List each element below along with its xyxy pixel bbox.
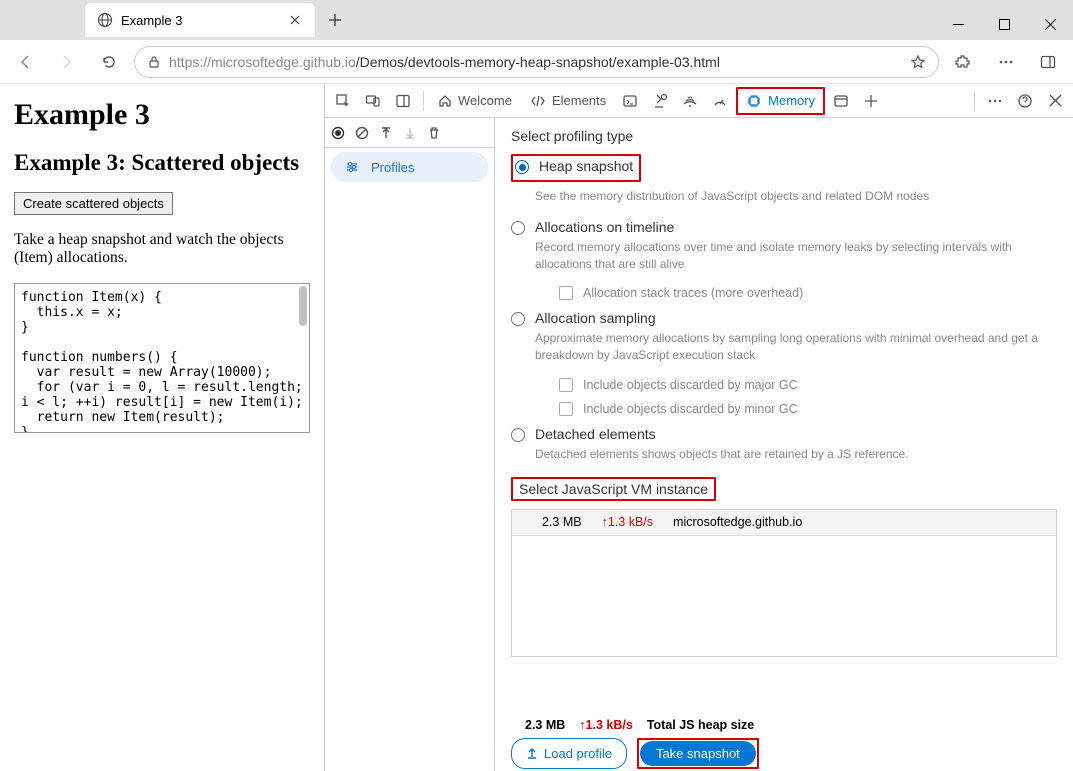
checkbox-icon <box>559 402 573 416</box>
vm-instance-table: 2.3 MB ↑1.3 kB/s microsoftedge.github.io <box>511 509 1057 657</box>
radio-icon <box>511 221 525 235</box>
menu-button[interactable] <box>989 45 1023 79</box>
application-icon[interactable] <box>827 87 855 115</box>
vm-rate: ↑1.3 kB/s <box>602 515 653 529</box>
scrollbar-thumb[interactable] <box>299 286 307 326</box>
radio-icon <box>511 312 525 326</box>
tab-welcome[interactable]: Welcome <box>430 87 520 115</box>
checkbox-icon <box>559 378 573 392</box>
radio-icon <box>515 160 529 174</box>
vm-instance-row[interactable]: 2.3 MB ↑1.3 kB/s microsoftedge.github.io <box>512 510 1056 536</box>
radio-allocations-timeline[interactable]: Allocations on timeline <box>511 219 1057 235</box>
tab-title: Example 3 <box>121 13 182 28</box>
lock-icon <box>147 55 161 69</box>
devtools-sidebar: Profiles <box>325 118 495 771</box>
sampling-desc: Approximate memory allocations by sampli… <box>535 330 1045 364</box>
url-text: https://microsoftedge.github.io/Demos/de… <box>169 54 902 70</box>
extensions-button[interactable] <box>947 45 981 79</box>
sidebar-item-profiles[interactable]: Profiles <box>331 152 488 182</box>
back-button[interactable] <box>8 45 42 79</box>
performance-icon[interactable] <box>706 87 734 115</box>
upload-icon <box>526 747 538 759</box>
home-icon <box>438 94 452 108</box>
device-icon[interactable] <box>359 87 387 115</box>
load-profile-button[interactable]: Load profile <box>511 738 627 769</box>
code-textarea[interactable]: function Item(x) { this.x = x; } functio… <box>14 283 310 433</box>
inspect-icon[interactable] <box>329 87 357 115</box>
footer-size: 2.3 MB <box>525 718 565 732</box>
close-window-button[interactable] <box>1027 8 1073 40</box>
page-paragraph: Take a heap snapshot and watch the objec… <box>14 231 310 267</box>
checkbox-stack-traces[interactable]: Allocation stack traces (more overhead) <box>559 286 1057 300</box>
new-tab-button[interactable] <box>319 4 351 36</box>
close-icon[interactable] <box>287 12 303 28</box>
sidebar-button[interactable] <box>1031 45 1065 79</box>
profiling-title: Select profiling type <box>511 128 1057 144</box>
address-input[interactable]: https://microsoftedge.github.io/Demos/de… <box>134 46 939 78</box>
devtools-tabbar: Welcome Elements Memory <box>325 84 1073 118</box>
footer-label: Total JS heap size <box>647 718 754 732</box>
devtools-menu-icon[interactable] <box>981 87 1009 115</box>
more-tabs-button[interactable] <box>857 87 885 115</box>
browser-titlebar: Example 3 <box>0 0 1073 40</box>
code-icon <box>530 94 546 108</box>
create-objects-button[interactable]: Create scattered objects <box>14 192 173 215</box>
page-h2: Example 3: Scattered objects <box>14 150 310 176</box>
console-icon[interactable] <box>616 87 644 115</box>
timeline-desc: Record memory allocations over time and … <box>535 239 1045 273</box>
vm-size: 2.3 MB <box>542 515 582 529</box>
globe-icon <box>97 12 113 28</box>
sidebar-item-label: Profiles <box>371 160 414 175</box>
radio-detached-elements[interactable]: Detached elements <box>511 426 1057 442</box>
radio-allocation-sampling[interactable]: Allocation sampling <box>511 310 1057 326</box>
page-content: Example 3 Example 3: Scattered objects C… <box>0 84 325 771</box>
footer-rate: ↑1.3 kB/s <box>579 718 633 732</box>
upload-icon[interactable] <box>379 126 393 140</box>
devtools-main: Select profiling type Heap snapshot See … <box>495 118 1073 771</box>
checkbox-minor-gc[interactable]: Include objects discarded by minor GC <box>559 402 1057 416</box>
memory-icon <box>746 93 762 109</box>
record-icon[interactable] <box>331 126 345 140</box>
detached-desc: Detached elements shows objects that are… <box>535 446 1045 463</box>
minimize-button[interactable] <box>935 8 981 40</box>
tab-elements[interactable]: Elements <box>522 87 614 115</box>
sliders-icon <box>345 160 359 174</box>
favorite-icon[interactable] <box>910 54 926 70</box>
radio-icon <box>511 428 525 442</box>
forward-button <box>50 45 84 79</box>
help-icon[interactable] <box>1011 87 1039 115</box>
tab-memory[interactable]: Memory <box>736 87 825 115</box>
address-bar: https://microsoftedge.github.io/Demos/de… <box>0 40 1073 84</box>
checkbox-icon <box>559 286 573 300</box>
take-snapshot-button[interactable]: Take snapshot <box>640 741 756 766</box>
refresh-button[interactable] <box>92 45 126 79</box>
delete-icon[interactable] <box>427 126 441 140</box>
close-devtools-icon[interactable] <box>1041 87 1069 115</box>
clear-icon[interactable] <box>355 126 369 140</box>
maximize-button[interactable] <box>981 8 1027 40</box>
dock-icon[interactable] <box>389 87 417 115</box>
checkbox-major-gc[interactable]: Include objects discarded by major GC <box>559 378 1057 392</box>
vm-title: Select JavaScript VM instance <box>519 481 708 497</box>
download-icon <box>403 126 417 140</box>
vm-name: microsoftedge.github.io <box>673 515 802 529</box>
radio-heap-snapshot[interactable]: Heap snapshot <box>515 158 633 174</box>
devtools-footer: 2.3 MB ↑1.3 kB/s Total JS heap size Load… <box>495 715 1073 771</box>
heap-desc: See the memory distribution of JavaScrip… <box>535 188 1045 205</box>
browser-tab[interactable]: Example 3 <box>85 3 315 37</box>
sources-icon[interactable] <box>646 87 674 115</box>
network-icon[interactable] <box>676 87 704 115</box>
page-h1: Example 3 <box>14 98 310 132</box>
devtools-panel: Welcome Elements Memory <box>325 84 1073 771</box>
code-content: function Item(x) { this.x = x; } functio… <box>15 284 309 433</box>
